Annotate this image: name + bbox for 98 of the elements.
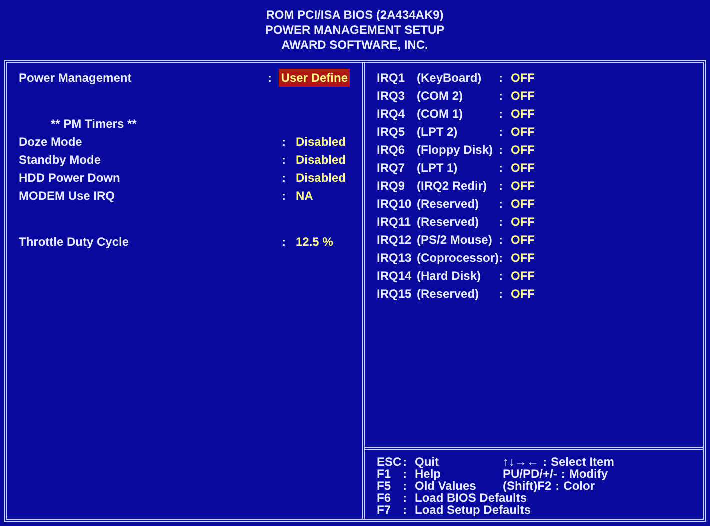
help-key: (Shift)F2	[503, 480, 552, 492]
irq-value[interactable]: OFF	[509, 87, 537, 105]
help-key: F7	[377, 504, 403, 516]
irq-device: (LPT 2)	[417, 124, 459, 141]
help-action: Select Item	[551, 456, 614, 468]
irq-value[interactable]: OFF	[509, 177, 537, 195]
help-action: Quit	[415, 456, 440, 468]
irq-label: IRQ11	[377, 214, 412, 231]
setting-value[interactable]: Disabled	[294, 169, 348, 187]
help-key: F5	[377, 480, 403, 492]
separator-colon: :	[282, 188, 287, 205]
separator-colon: :	[499, 124, 504, 141]
separator-colon: :	[499, 286, 504, 303]
irq-label: IRQ6	[377, 142, 406, 159]
header-title: POWER MANAGEMENT SETUP	[265, 23, 445, 38]
irq-label: IRQ14	[377, 268, 413, 285]
irq-device: (Floppy Disk)	[417, 142, 494, 159]
irq-device: (Hard Disk)	[417, 268, 482, 285]
header-title: ROM PCI/ISA BIOS (2A434AK9)	[266, 8, 444, 23]
irq-value[interactable]: OFF	[509, 123, 537, 141]
separator-colon: :	[561, 468, 566, 480]
separator-colon: :	[282, 170, 287, 187]
separator-colon: :	[499, 88, 504, 105]
irq-label: IRQ4	[377, 106, 406, 123]
separator-colon: :	[499, 196, 504, 213]
irq-value[interactable]: OFF	[509, 213, 537, 231]
help-action: Modify	[569, 468, 608, 480]
irq-label: IRQ10	[377, 196, 413, 213]
setting-value[interactable]: User Define	[279, 69, 350, 87]
irq-value[interactable]: OFF	[509, 285, 537, 303]
section-heading: ** PM Timers **	[50, 116, 138, 133]
help-key: F6	[377, 492, 403, 504]
irq-value[interactable]: OFF	[509, 267, 537, 285]
setting-label: HDD Power Down	[19, 170, 122, 187]
setting-label: Power Management	[19, 70, 133, 87]
irq-device: (COM 2)	[417, 88, 464, 105]
irq-device: (PS/2 Mouse)	[417, 232, 494, 249]
separator-colon: :	[499, 142, 504, 159]
help-action: Load Setup Defaults	[415, 504, 532, 516]
irq-device: (LPT 1)	[417, 160, 459, 177]
header-title: AWARD SOFTWARE, INC.	[282, 38, 428, 53]
irq-value[interactable]: OFF	[509, 195, 537, 213]
irq-label: IRQ3	[377, 88, 406, 105]
setting-label: Throttle Duty Cycle	[19, 234, 130, 251]
help-action: Load BIOS Defaults	[415, 492, 528, 504]
separator-colon: :	[499, 70, 504, 87]
separator-colon: :	[403, 456, 408, 468]
setting-value[interactable]: NA	[294, 187, 316, 205]
irq-label: IRQ9	[377, 178, 406, 195]
separator-colon: :	[499, 268, 504, 285]
irq-label: IRQ5	[377, 124, 406, 141]
irq-device: (Reserved)	[417, 214, 480, 231]
setting-label: MODEM Use IRQ	[19, 188, 116, 205]
irq-value[interactable]: OFF	[509, 141, 537, 159]
help-action: Old Values	[415, 480, 478, 492]
separator-colon: :	[499, 160, 504, 177]
irq-device: (KeyBoard)	[417, 70, 483, 87]
setting-value[interactable]: 12.5 %	[294, 233, 336, 251]
setting-value[interactable]: Disabled	[294, 151, 348, 169]
separator-colon: :	[403, 492, 408, 504]
separator-colon: :	[499, 178, 504, 195]
separator-colon: :	[282, 134, 287, 151]
irq-device: (IRQ2 Redir)	[417, 178, 488, 195]
separator-colon: :	[403, 468, 408, 480]
help-key: ↑↓→←	[503, 456, 539, 468]
help-key: F1	[377, 468, 403, 480]
irq-label: IRQ7	[377, 160, 406, 177]
separator-colon: :	[403, 504, 408, 516]
setting-label: Doze Mode	[19, 134, 84, 151]
irq-label: IRQ13	[377, 250, 413, 267]
setting-value[interactable]: Disabled	[294, 133, 348, 151]
irq-device: (Coprocessor)	[417, 250, 499, 267]
irq-value[interactable]: OFF	[509, 231, 537, 249]
separator-colon: :	[282, 152, 287, 169]
irq-value[interactable]: OFF	[509, 69, 537, 87]
separator-colon: :	[403, 480, 408, 492]
separator-colon: :	[499, 250, 504, 267]
irq-value[interactable]: OFF	[509, 105, 537, 123]
separator-colon: :	[543, 456, 547, 468]
help-key: PU/PD/+/-	[503, 468, 558, 480]
irq-device: (COM 1)	[417, 106, 464, 123]
irq-value[interactable]: OFF	[509, 249, 537, 267]
separator-colon: :	[556, 480, 560, 492]
separator-colon: :	[282, 234, 287, 251]
irq-label: IRQ12	[377, 232, 413, 249]
irq-value[interactable]: OFF	[509, 159, 537, 177]
separator-colon: :	[499, 214, 504, 231]
irq-device: (Reserved)	[417, 286, 480, 303]
irq-label: IRQ1	[377, 70, 406, 87]
separator-colon: :	[499, 106, 504, 123]
separator-colon: :	[268, 70, 273, 87]
irq-device: (Reserved)	[417, 196, 480, 213]
help-key: ESC	[377, 456, 403, 468]
help-action: Help	[415, 468, 442, 480]
separator-colon: :	[499, 232, 504, 249]
irq-label: IRQ15	[377, 286, 413, 303]
help-action: Color	[564, 480, 595, 492]
setting-label: Standby Mode	[19, 152, 102, 169]
